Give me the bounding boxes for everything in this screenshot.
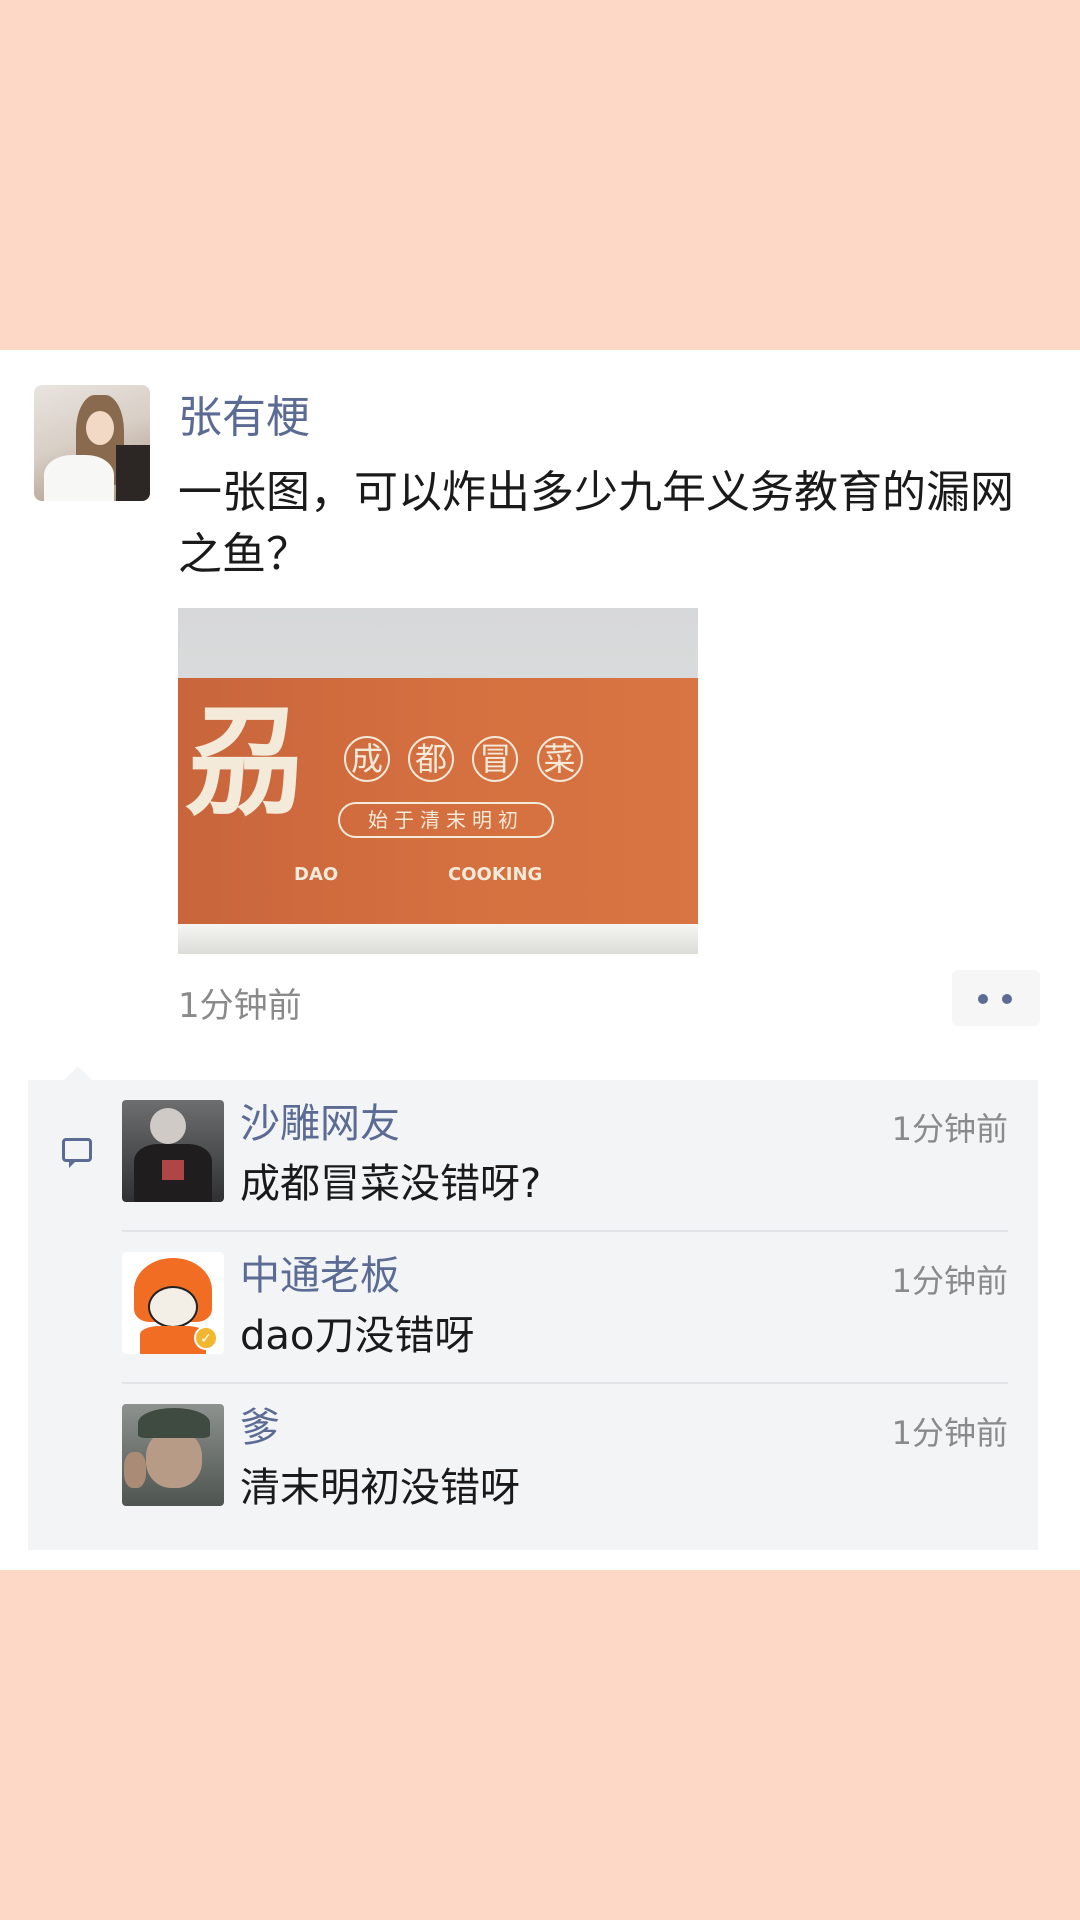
avatar-body [44,455,114,501]
commenter-name[interactable]: 爹 [240,1400,280,1456]
comment-time: 1分钟前 [891,1414,1008,1452]
avatar-head [150,1108,186,1144]
author-avatar[interactable] [34,385,150,501]
sign-light-strip [178,924,698,954]
comment-row[interactable]: 爹 1分钟前 清末明初没错呀 [122,1384,1008,1536]
author-name[interactable]: 张有梗 [178,388,310,448]
comments-caret [64,1066,92,1080]
avatar-background [116,445,150,501]
restaurant-sign: 刕 成 都 冒 菜 始于清末明初 DAO COOKING [178,678,698,928]
verified-badge-icon: ✓ [194,1326,218,1350]
sign-slogan: 始于清末明初 [338,802,554,838]
brand-char: 成 [344,736,390,782]
commenter-name[interactable]: 沙雕网友 [240,1096,400,1152]
comment-text: dao刀没错呀 [240,1313,475,1359]
more-actions-button[interactable] [952,970,1040,1026]
comment-time: 1分钟前 [891,1110,1008,1148]
sign-brand: 成 都 冒 菜 [344,736,585,782]
avatar-face [148,1286,198,1328]
commenter-name[interactable]: 中通老板 [240,1248,400,1304]
avatar-detail [162,1160,184,1180]
post-time: 1分钟前 [178,986,302,1026]
sign-big-character: 刕 [186,692,304,831]
sign-label-cooking: COOKING [448,864,543,885]
comment-row[interactable]: ✓ 中通老板 1分钟前 dao刀没错呀 [122,1232,1008,1384]
avatar-hand [124,1452,146,1488]
post-text: 一张图，可以炸出多少九年义务教育的漏网之鱼？ [178,467,1014,580]
comment-text: 成都冒菜没错呀? [240,1161,542,1207]
comments-panel: 沙雕网友 1分钟前 成都冒菜没错呀? ✓ 中通老板 1分钟前 dao刀没错呀 爹… [28,1066,1038,1550]
avatar-face [146,1430,202,1488]
commenter-avatar[interactable] [122,1100,224,1202]
comment-row[interactable]: 沙雕网友 1分钟前 成都冒菜没错呀? [122,1080,1008,1232]
brand-char: 都 [408,736,455,782]
moments-post-card: 张有梗 一张图，可以炸出多少九年义务教育的漏网之鱼？ 刕 成 都 冒 菜 始于清… [0,350,1080,1570]
comment-time: 1分钟前 [891,1262,1008,1300]
comment-bubble-icon [62,1138,92,1168]
brand-char: 菜 [536,736,583,782]
more-dots-icon [1002,994,1012,1004]
sign-label-dao: DAO [294,864,339,885]
avatar-cap [138,1408,210,1438]
more-dots-icon [978,994,988,1004]
brand-char: 冒 [472,736,519,782]
commenter-avatar[interactable] [122,1404,224,1506]
commenter-avatar[interactable]: ✓ [122,1252,224,1354]
post-image[interactable]: 刕 成 都 冒 菜 始于清末明初 DAO COOKING [178,608,698,954]
avatar-face [86,411,114,445]
comment-text: 清末明初没错呀 [240,1465,520,1511]
